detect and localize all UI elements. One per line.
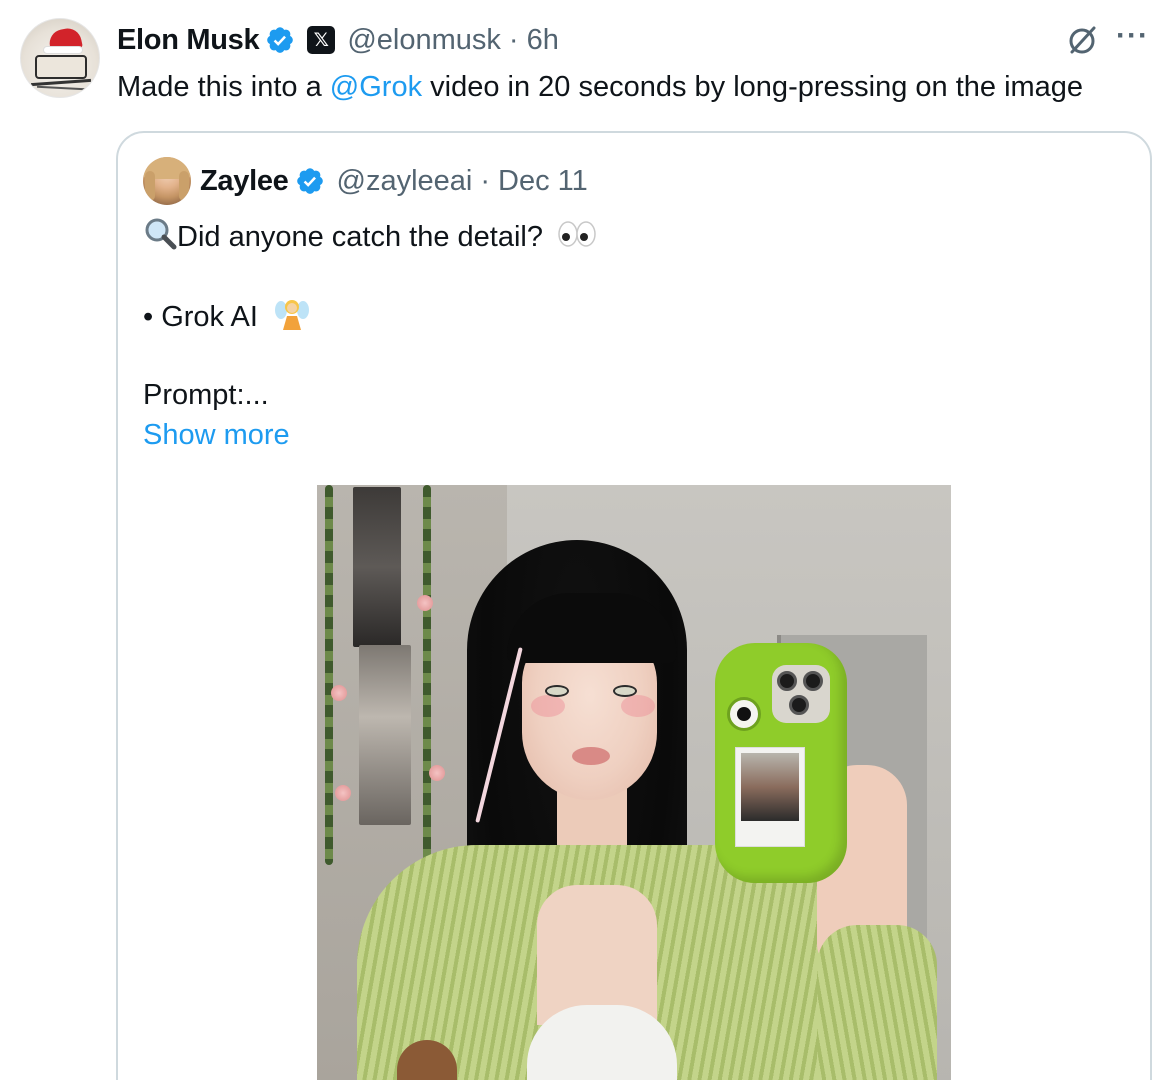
quoted-handle[interactable]: @zayleeai <box>337 165 473 198</box>
quoted-time[interactable]: Dec 11 <box>498 165 588 198</box>
author-display-name[interactable]: Elon Musk <box>117 24 260 57</box>
post-text-prefix: Made this into a <box>117 71 330 103</box>
author-avatar[interactable] <box>20 18 100 98</box>
quoted-text-grok: • Grok AI <box>143 301 258 333</box>
post-text: Made this into a @Grok video in 20 secon… <box>117 68 1083 106</box>
separator-dot: · <box>480 164 491 197</box>
quoted-text-line-1: Did anyone catch the detail? <box>143 216 597 256</box>
separator-dot: · <box>508 23 519 56</box>
quoted-text-question: Did anyone catch the detail? <box>177 221 543 253</box>
more-options-icon[interactable]: ··· <box>1116 21 1152 54</box>
grok-icon[interactable] <box>1064 22 1100 58</box>
verified-badge-icon[interactable] <box>295 166 325 196</box>
quoted-author-avatar[interactable] <box>143 157 191 205</box>
quoted-text-prompt: Prompt:... <box>143 379 269 411</box>
quoted-text-line-2: • Grok AI <box>143 296 310 336</box>
quoted-post[interactable]: Zaylee @zayleeai · Dec 11 Did anyone cat… <box>116 131 1152 1080</box>
post-time[interactable]: 6h <box>527 24 559 57</box>
quoted-header: Zaylee @zayleeai · Dec 11 <box>200 163 588 199</box>
show-more-link[interactable]: Show more <box>143 416 290 454</box>
x-logo-icon: 𝕏 <box>307 26 336 54</box>
quoted-display-name[interactable]: Zaylee <box>200 165 289 198</box>
quoted-image[interactable] <box>317 485 951 1080</box>
post-header: Elon Musk 𝕏 @elonmusk · 6h <box>117 22 559 58</box>
magnifying-glass-icon <box>145 218 177 250</box>
post: Elon Musk 𝕏 @elonmusk · 6h ··· Made this… <box>0 0 1176 1080</box>
verified-badge-icon[interactable] <box>265 25 295 55</box>
post-text-suffix: video in 20 seconds by long-pressing on … <box>422 71 1084 103</box>
mention-link[interactable]: @Grok <box>330 71 422 103</box>
eyes-icon <box>558 221 596 247</box>
fairy-icon <box>274 300 309 330</box>
author-handle[interactable]: @elonmusk <box>347 24 501 57</box>
